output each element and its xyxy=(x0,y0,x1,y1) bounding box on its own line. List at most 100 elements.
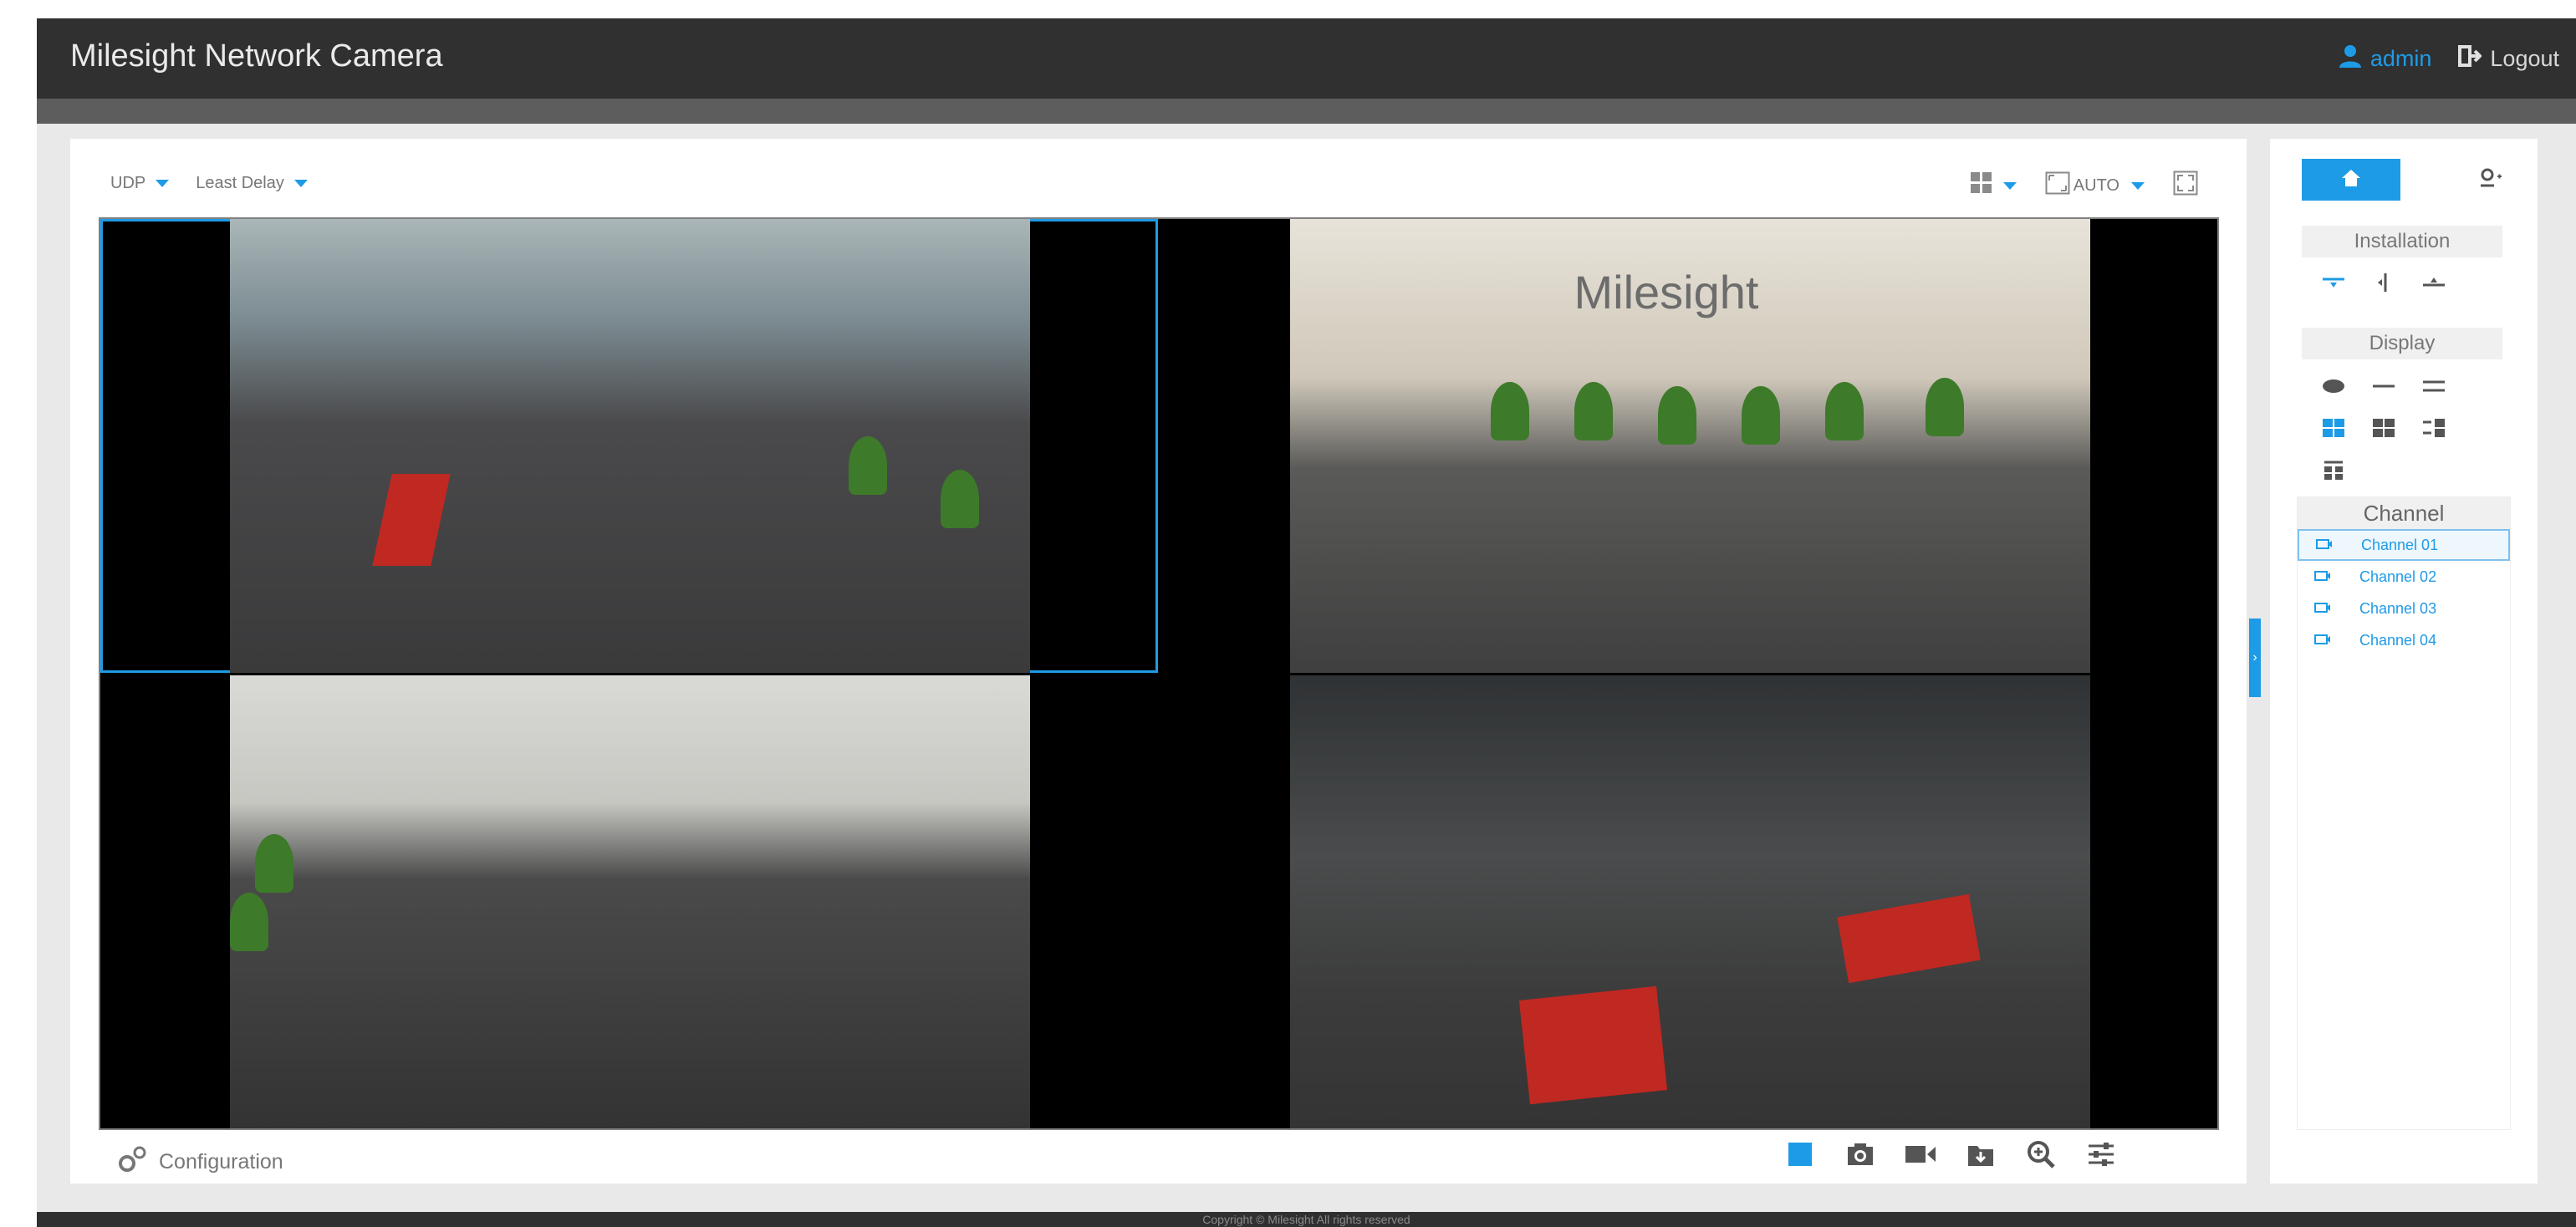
channel-item-04[interactable]: Channel 04 xyxy=(2298,624,2510,656)
wall-logo-text: Milesight xyxy=(1574,266,1759,318)
view-toolbar: AUTO xyxy=(1970,171,2198,201)
camera-feed xyxy=(1289,675,2090,1128)
record-icon xyxy=(1905,1143,1936,1169)
configuration-label: Configuration xyxy=(159,1150,283,1174)
display-header: Display xyxy=(2302,328,2502,359)
aspect-ratio-icon xyxy=(2045,171,2070,200)
plant xyxy=(849,436,887,495)
delay-select[interactable]: Least Delay xyxy=(196,174,308,193)
panorama-view-icon[interactable] xyxy=(2370,376,2397,396)
scale-value: AUTO xyxy=(2073,176,2119,195)
channel-item-02[interactable]: Channel 02 xyxy=(2298,561,2510,593)
snapshot-button[interactable] xyxy=(1846,1142,1875,1170)
plant xyxy=(1490,382,1529,440)
channel-list: Channel Channel 01 Channel 02 Channel 03… xyxy=(2297,496,2511,1130)
image-settings-button[interactable] xyxy=(2087,1142,2115,1170)
video-tile-3[interactable] xyxy=(100,675,1158,1128)
ceiling-mount-icon[interactable] xyxy=(2320,272,2347,293)
video-grid: Milesight xyxy=(99,217,2219,1130)
zoom-in-icon xyxy=(2027,1140,2055,1173)
stop-icon xyxy=(1788,1142,1813,1171)
channel-label: Channel 04 xyxy=(2359,631,2437,649)
floor-mat xyxy=(372,474,451,566)
fullscreen-icon xyxy=(2173,171,2198,200)
camera-feed: Milesight xyxy=(1289,219,2090,673)
grid-layout-icon xyxy=(1970,171,1993,200)
top-bar: Milesight Network Camera admin Logout xyxy=(37,18,2576,99)
installation-header: Installation xyxy=(2302,226,2502,257)
camera-icon xyxy=(2314,568,2331,586)
protocol-select[interactable]: UDP xyxy=(110,174,170,193)
stream-toolbar: UDP Least Delay xyxy=(110,174,308,193)
panorama-quad-icon[interactable] xyxy=(2420,418,2447,438)
fullscreen-button[interactable] xyxy=(2173,171,2198,201)
fisheye-view-icon[interactable] xyxy=(2320,376,2347,396)
channel-label: Channel 03 xyxy=(2359,599,2437,617)
tab-ptz[interactable] xyxy=(2441,159,2539,201)
layout-select[interactable] xyxy=(1970,171,2017,200)
camera-icon xyxy=(2314,600,2331,618)
ptz-icon xyxy=(2477,168,2502,192)
stop-button[interactable] xyxy=(1786,1142,1814,1170)
flat-mount-icon[interactable] xyxy=(2420,272,2447,293)
wall-mount-icon[interactable] xyxy=(2370,272,2397,293)
scale-select[interactable]: AUTO xyxy=(2045,171,2145,200)
logout-button[interactable]: Logout xyxy=(2458,44,2559,74)
dual-panorama-icon[interactable] xyxy=(2420,376,2447,396)
logout-icon xyxy=(2458,44,2483,74)
plant xyxy=(1925,378,1964,436)
collapse-panel-button[interactable]: › xyxy=(2249,619,2261,697)
side-tabs xyxy=(2302,159,2539,201)
user-area: admin Logout xyxy=(2339,43,2559,74)
chevron-down-icon xyxy=(156,180,170,187)
download-button[interactable] xyxy=(1966,1142,1995,1170)
user-link[interactable]: admin xyxy=(2339,43,2432,74)
display-options-row-1 xyxy=(2320,376,2447,396)
plant xyxy=(941,470,979,528)
floor-mat xyxy=(1836,894,1981,983)
delay-value: Least Delay xyxy=(196,174,284,192)
configuration-button[interactable]: Configuration xyxy=(117,1145,283,1179)
camera-icon xyxy=(2316,537,2333,554)
floor-mat xyxy=(1518,985,1667,1104)
plant xyxy=(230,892,268,951)
app-title: Milesight Network Camera xyxy=(70,38,443,74)
video-tile-4[interactable] xyxy=(1160,675,2217,1128)
fisheye-quad-icon[interactable] xyxy=(2370,418,2397,438)
chevron-down-icon xyxy=(2002,181,2017,190)
footer-copyright: Copyright © Milesight All rights reserve… xyxy=(37,1212,2576,1227)
download-icon xyxy=(1967,1142,1994,1171)
video-tile-1[interactable] xyxy=(100,219,1158,673)
chevron-down-icon xyxy=(2131,181,2145,190)
plant xyxy=(1824,382,1864,440)
camera-icon xyxy=(2314,632,2331,649)
camera-feed xyxy=(230,675,1030,1128)
playback-tools xyxy=(1786,1140,2115,1173)
channel-header: Channel xyxy=(2298,497,2510,529)
video-tile-2[interactable]: Milesight xyxy=(1160,219,2217,673)
channel-item-03[interactable]: Channel 03 xyxy=(2298,593,2510,624)
channel-label: Channel 02 xyxy=(2359,568,2437,585)
record-button[interactable] xyxy=(1905,1142,1936,1170)
camera-feed xyxy=(230,219,1030,673)
user-icon xyxy=(2339,43,2362,74)
plant xyxy=(1657,386,1696,445)
logout-label: Logout xyxy=(2490,46,2559,71)
quad-view-icon[interactable] xyxy=(2320,418,2347,438)
chevron-right-icon: › xyxy=(2252,650,2257,664)
display-options-row-3 xyxy=(2320,460,2347,480)
tab-home[interactable] xyxy=(2302,159,2400,201)
split-view-icon[interactable] xyxy=(2320,460,2347,480)
user-name: admin xyxy=(2369,46,2432,71)
bottom-bar: Configuration xyxy=(117,1140,2207,1177)
snapshot-icon xyxy=(1846,1142,1875,1171)
home-icon xyxy=(2341,169,2361,191)
work-area: UDP Least Delay AUTO Milesight Configura… xyxy=(37,124,2576,1212)
installation-options xyxy=(2320,272,2447,293)
live-view-panel: UDP Least Delay AUTO Milesight Configura… xyxy=(70,139,2247,1184)
channel-item-01[interactable]: Channel 01 xyxy=(2298,529,2510,561)
channel-label: Channel 01 xyxy=(2361,536,2439,553)
zoom-in-button[interactable] xyxy=(2027,1140,2055,1173)
plant xyxy=(255,833,293,893)
gears-icon xyxy=(117,1145,149,1179)
